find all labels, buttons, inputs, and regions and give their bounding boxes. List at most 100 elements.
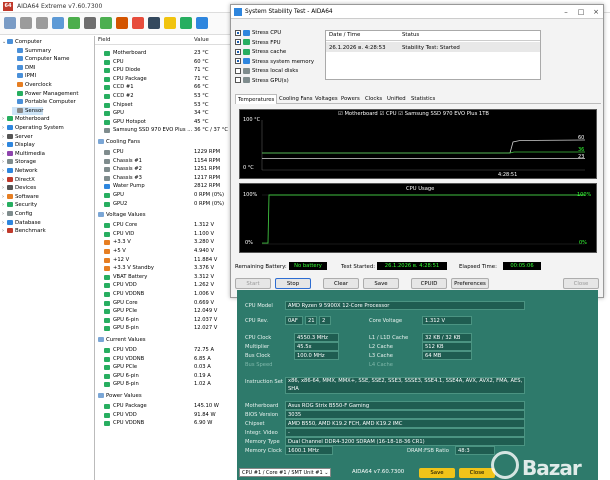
tree-item[interactable]: › DirectX <box>2 176 35 184</box>
report-icon[interactable] <box>116 17 128 29</box>
value-column-header[interactable]: Value <box>194 37 209 43</box>
tree-item[interactable]: DMI <box>12 64 35 72</box>
table-row[interactable]: GPU 8-pin 12.027 V <box>95 324 230 333</box>
tree-item[interactable]: › Server <box>2 133 33 141</box>
back-icon[interactable] <box>20 17 32 29</box>
cpu-core-selector[interactable]: CPU #1 / Core #1 / SMT Unit #1 ⌄ <box>239 468 331 477</box>
table-row[interactable]: GPU Hotspot 45 °C <box>95 118 230 127</box>
tree-item[interactable]: › Network <box>2 167 38 175</box>
checkbox-icon[interactable] <box>235 67 241 74</box>
table-row[interactable]: +3.3 V Standby 3.376 V <box>95 264 230 273</box>
table-row[interactable]: +5 V 4.940 V <box>95 247 230 256</box>
forward-icon[interactable] <box>36 17 48 29</box>
table-row[interactable]: CPU Package 71 °C <box>95 75 230 84</box>
table-row[interactable]: GPU 6-pin 0.19 A <box>95 372 230 381</box>
tree-item[interactable]: › Database <box>2 219 41 227</box>
close-button[interactable]: Close <box>563 278 599 289</box>
field-column-header[interactable]: Field <box>98 37 110 43</box>
tree-item[interactable]: › Multimedia <box>2 150 45 158</box>
table-row[interactable]: CPU VDDNB 1.006 V <box>95 290 230 299</box>
close-icon[interactable]: × <box>591 7 601 17</box>
wrench-icon[interactable] <box>196 17 208 29</box>
table-row[interactable]: CPU 60 °C <box>95 58 230 67</box>
legend-checkbox-icon[interactable]: ☑ <box>380 111 385 117</box>
stress-checkbox[interactable]: Stress CPU <box>235 29 281 37</box>
tree-item[interactable]: › Storage <box>2 158 36 166</box>
user-icon[interactable] <box>84 17 96 29</box>
stress-checkbox[interactable]: Stress cache <box>235 48 286 56</box>
graph-tab[interactable]: Statistics <box>409 94 437 104</box>
table-row[interactable]: CPU VDD 72.75 A <box>95 346 230 355</box>
table-row[interactable]: CPU VDD 1.262 V <box>95 281 230 290</box>
tree-item[interactable]: › Display <box>2 141 35 149</box>
table-row[interactable]: GPU PCIe 0.03 A <box>95 363 230 372</box>
table-row[interactable]: VBAT Battery 3.312 V <box>95 273 230 282</box>
tree-item[interactable]: › Benchmark <box>2 227 46 235</box>
table-row[interactable]: GPU PCIe 12.049 V <box>95 307 230 316</box>
table-row[interactable]: GPU 6-pin 12.037 V <box>95 316 230 325</box>
tree-item[interactable]: › Security <box>2 201 37 209</box>
stop-button[interactable]: Stop <box>275 278 311 289</box>
tree-item[interactable]: Summary <box>12 47 51 55</box>
table-row[interactable]: CPU 1229 RPM <box>95 148 230 157</box>
graph-tab[interactable]: Temperatures <box>235 94 278 104</box>
table-row[interactable]: CCD #1 66 °C <box>95 83 230 92</box>
tree-item[interactable]: › Operating System <box>2 124 64 132</box>
table-row[interactable]: Water Pump 2812 RPM <box>95 182 230 191</box>
checkbox-icon[interactable] <box>235 77 241 83</box>
table-row[interactable]: GPU2 0 RPM (0%) <box>95 200 230 209</box>
tree-item[interactable]: Computer Name <box>12 55 69 63</box>
menu-icon[interactable] <box>4 17 16 29</box>
table-row[interactable]: Chipset 53 °C <box>95 101 230 110</box>
start-button[interactable]: Start <box>235 278 271 289</box>
tree-item[interactable]: ⌄ Computer <box>2 38 42 46</box>
maximize-icon[interactable]: □ <box>576 7 586 17</box>
table-row[interactable]: Chassis #1 1154 RPM <box>95 157 230 166</box>
graph-tab[interactable]: Powers <box>339 94 362 104</box>
cpuid-save-button[interactable]: Save <box>419 468 455 478</box>
preferences-button[interactable]: Preferences <box>451 278 489 289</box>
memory-icon[interactable] <box>148 17 160 29</box>
table-row[interactable]: Motherboard 23 °C <box>95 49 230 58</box>
table-row[interactable]: GPU 0 RPM (0%) <box>95 191 230 200</box>
checkbox-icon[interactable] <box>235 29 241 36</box>
stress-checkbox[interactable]: Stress FPU <box>235 39 281 47</box>
stress-checkbox[interactable]: Stress GPU(s) <box>235 77 289 85</box>
graph-tab[interactable]: Unified <box>385 94 408 104</box>
tree-item[interactable]: Overclock <box>12 81 52 89</box>
cpuid-close-button[interactable]: Close <box>459 468 495 478</box>
table-row[interactable]: +3.3 V 3.280 V <box>95 238 230 247</box>
table-row[interactable]: GPU Core 0.669 V <box>95 299 230 308</box>
table-row[interactable]: GPU 8-pin 1.02 A <box>95 380 230 389</box>
folder-icon[interactable] <box>164 17 176 29</box>
tree-item[interactable]: › Devices <box>2 184 36 192</box>
table-row[interactable]: CPU VID 1.100 V <box>95 230 230 239</box>
tree-item[interactable]: › Motherboard <box>2 115 50 123</box>
tree-item[interactable]: Power Management <box>12 90 79 98</box>
cpuid-button[interactable]: CPUID <box>411 278 447 289</box>
up-icon[interactable] <box>52 17 64 29</box>
table-row[interactable]: Chassis #2 1251 RPM <box>95 165 230 174</box>
stress-checkbox[interactable]: Stress system memory <box>235 58 314 66</box>
chart-icon[interactable] <box>100 17 112 29</box>
table-row[interactable]: CCD #2 53 °C <box>95 92 230 101</box>
table-row[interactable]: GPU 34 °C <box>95 109 230 118</box>
tree-item[interactable]: Sensor <box>12 106 44 115</box>
table-row[interactable]: Chassis #3 1217 RPM <box>95 174 230 183</box>
tree-item[interactable]: › Config <box>2 210 32 218</box>
table-row[interactable]: CPU Diode 71 °C <box>95 66 230 75</box>
table-row[interactable]: CPU VDD 91.84 W <box>95 411 230 420</box>
table-row[interactable]: CPU Package 145.10 W <box>95 402 230 411</box>
checkbox-icon[interactable] <box>235 58 241 64</box>
table-row[interactable]: +12 V 11.884 V <box>95 256 230 265</box>
table-row[interactable]: CPU Core 1.312 V <box>95 221 230 230</box>
table-row[interactable]: CPU VDDNB 6.90 W <box>95 419 230 428</box>
clear-button[interactable]: Clear <box>323 278 359 289</box>
table-row[interactable]: Samsung SSD 970 EVO Plus ... 36 °C / 37 °… <box>95 126 230 135</box>
ssd-icon[interactable] <box>132 17 144 29</box>
tree-item[interactable]: Portable Computer <box>12 98 76 106</box>
download-icon[interactable] <box>180 17 192 29</box>
checkbox-icon[interactable] <box>235 48 241 55</box>
stress-checkbox[interactable]: Stress local disks <box>235 67 298 75</box>
legend-checkbox-icon[interactable]: ☑ <box>398 111 403 117</box>
